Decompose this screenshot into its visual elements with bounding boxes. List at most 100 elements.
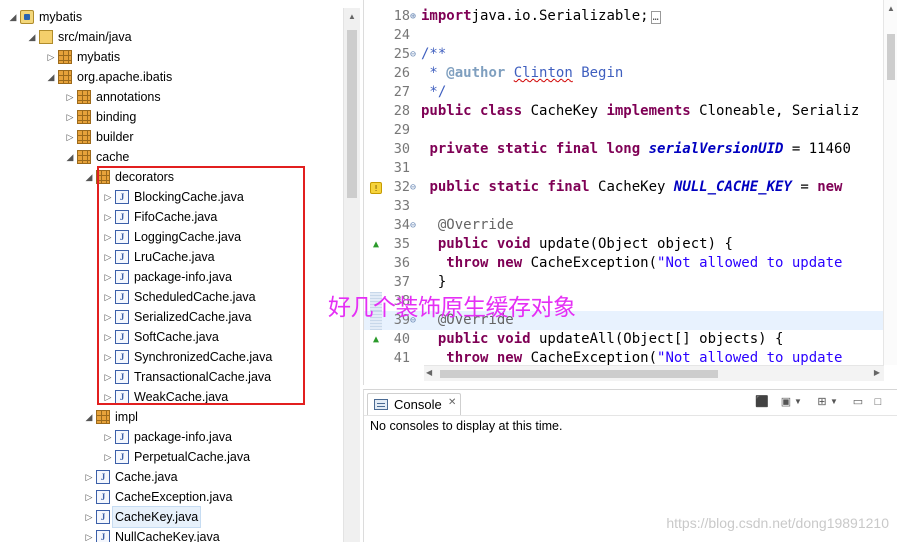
code-line[interactable]: 31	[364, 159, 884, 178]
java-editor[interactable]: 18 ⊕ importjava.io.Serializable;… 24 25 ⊖/** 2…	[363, 0, 897, 385]
expand-arrow-icon[interactable]: ▷	[103, 447, 113, 467]
tree-item[interactable]: ▷ J BlockingCache.java	[0, 187, 340, 207]
collapse-arrow-icon[interactable]: ◢	[46, 67, 56, 87]
code-line[interactable]: 26 * @author Clinton Begin	[364, 64, 884, 83]
expand-arrow-icon[interactable]: ▷	[103, 227, 113, 247]
scroll-up-arrow-icon[interactable]: ▲	[344, 8, 360, 26]
expand-arrow-icon[interactable]: ▷	[103, 187, 113, 207]
scroll-right-arrow-icon[interactable]: ▶	[874, 368, 880, 377]
java-icon: J	[115, 190, 129, 204]
code-line[interactable]: 34 ⊖ @Override	[364, 216, 884, 235]
expand-arrow-icon[interactable]: ▷	[65, 87, 75, 107]
tree-item[interactable]: ▷ J ScheduledCache.java	[0, 287, 340, 307]
tree-item[interactable]: ▷ J NullCacheKey.java	[0, 527, 340, 542]
code-line[interactable]: ▲ 35 public void update(Object object) {	[364, 235, 884, 254]
expand-arrow-icon[interactable]: ▷	[65, 127, 75, 147]
tree-item[interactable]: ▷ annotations	[0, 87, 340, 107]
editor-horizontal-scrollbar[interactable]: ◀ ▶	[424, 365, 884, 381]
expand-arrow-icon[interactable]: ▷	[103, 307, 113, 327]
fold-collapse-icon[interactable]: ⊖	[410, 45, 420, 64]
tree-item[interactable]: ▷ J FifoCache.java	[0, 207, 340, 227]
scroll-up-arrow-icon[interactable]: ▲	[884, 4, 897, 13]
tree-item[interactable]: ▷ J Cache.java	[0, 467, 340, 487]
tab-console[interactable]: Console ✕	[367, 393, 461, 415]
tree-vertical-scrollbar[interactable]: ▲	[343, 8, 360, 542]
override-marker-icon[interactable]: ▲	[370, 334, 382, 346]
package-icon	[58, 70, 72, 84]
override-marker-icon[interactable]: ▲	[370, 239, 382, 251]
expand-arrow-icon[interactable]: ▷	[46, 47, 56, 67]
collapse-arrow-icon[interactable]: ◢	[65, 147, 75, 167]
fold-collapse-icon[interactable]: ⊖	[410, 178, 420, 197]
code-line[interactable]: 27 */	[364, 83, 884, 102]
tree-item[interactable]: ◢ org.apache.ibatis	[0, 67, 340, 87]
tree-item[interactable]: ▷ J PerpetualCache.java	[0, 447, 340, 467]
tree-item[interactable]: ▷ J TransactionalCache.java	[0, 367, 340, 387]
code-line[interactable]: 30 private static final long serialVersi…	[364, 140, 884, 159]
expand-arrow-icon[interactable]: ▷	[103, 387, 113, 407]
tree-item[interactable]: ▷ mybatis	[0, 47, 340, 67]
tree-item[interactable]: ▷ J CacheKey.java	[0, 506, 340, 528]
expand-arrow-icon[interactable]: ▷	[103, 427, 113, 447]
collapse-arrow-icon[interactable]: ◢	[8, 7, 18, 27]
fold-collapse-icon[interactable]: ⊖	[410, 216, 420, 235]
tree-item[interactable]: ▷ J SynchronizedCache.java	[0, 347, 340, 367]
warning-marker-icon[interactable]: !	[370, 182, 382, 194]
fold-expand-icon[interactable]: ⊕	[410, 7, 420, 26]
editor-vscroll-thumb[interactable]	[887, 34, 895, 80]
editor-vertical-scrollbar[interactable]: ▲	[883, 0, 897, 365]
pin-console-icon[interactable]: ⬛	[755, 395, 769, 409]
tree-item[interactable]: ▷ Jpackage-info.java	[0, 267, 340, 287]
tree-item[interactable]: ◢ impl	[0, 407, 340, 427]
code-line[interactable]: 25 ⊖/**	[364, 45, 884, 64]
code-text: public void updateAll(Object[] objects) …	[437, 331, 784, 347]
tree-item[interactable]: ▷ J SoftCache.java	[0, 327, 340, 347]
tree-item[interactable]: ▷ Jpackage-info.java	[0, 427, 340, 447]
tree-item[interactable]: ◢ decorators	[0, 167, 340, 187]
code-line[interactable]: 33	[364, 197, 884, 216]
tree-scroll-thumb[interactable]	[347, 30, 357, 198]
collapse-arrow-icon[interactable]: ◢	[27, 27, 37, 47]
editor-hscroll-thumb[interactable]	[440, 370, 718, 378]
expand-arrow-icon[interactable]: ▷	[103, 287, 113, 307]
tree-item[interactable]: ▷ J WeakCache.java	[0, 387, 340, 407]
collapse-arrow-icon[interactable]: ◢	[84, 167, 94, 187]
tree-item[interactable]: ▷ J LoggingCache.java	[0, 227, 340, 247]
tree-item[interactable]: ▷ builder	[0, 127, 340, 147]
code-line[interactable]: 36 throw new CacheException("Not allowed…	[364, 254, 884, 273]
expand-arrow-icon[interactable]: ▷	[84, 507, 94, 527]
tree-item[interactable]: ◢ cache	[0, 147, 340, 167]
expand-arrow-icon[interactable]: ▷	[84, 467, 94, 487]
close-icon[interactable]: ✕	[448, 397, 456, 408]
tree-item[interactable]: ▷ J SerializedCache.java	[0, 307, 340, 327]
scroll-left-arrow-icon[interactable]: ◀	[426, 368, 432, 377]
maximize-icon[interactable]: □	[871, 395, 885, 409]
line-number: 24	[393, 27, 410, 43]
expand-arrow-icon[interactable]: ▷	[103, 267, 113, 287]
minimize-icon[interactable]: ▭	[851, 395, 865, 409]
expand-arrow-icon[interactable]: ▷	[65, 107, 75, 127]
code-line[interactable]: 18 ⊕ importjava.io.Serializable;…	[364, 7, 884, 26]
code-line[interactable]: 29	[364, 121, 884, 140]
expand-arrow-icon[interactable]: ▷	[103, 207, 113, 227]
code-line[interactable]: ▲ 40 public void updateAll(Object[] objec…	[364, 330, 884, 349]
code-line[interactable]: 28 public class CacheKey implements Clone…	[364, 102, 884, 121]
chevron-down-icon[interactable]: ▼	[827, 395, 841, 409]
collapse-arrow-icon[interactable]: ◢	[84, 407, 94, 427]
code-line[interactable]: ! 32 ⊖ public static final CacheKey NULL_C…	[364, 178, 884, 197]
tree-item[interactable]: ▷ binding	[0, 107, 340, 127]
tree-item[interactable]: ◢ src/main/java	[0, 27, 340, 47]
expand-arrow-icon[interactable]: ▷	[103, 327, 113, 347]
expand-arrow-icon[interactable]: ▷	[84, 487, 94, 507]
tree-item[interactable]: ▷ J CacheException.java	[0, 487, 340, 507]
package-icon	[77, 130, 91, 144]
expand-arrow-icon[interactable]: ▷	[84, 527, 94, 542]
expand-arrow-icon[interactable]: ▷	[103, 367, 113, 387]
code-line[interactable]: 24	[364, 26, 884, 45]
expand-arrow-icon[interactable]: ▷	[103, 347, 113, 367]
chevron-down-icon[interactable]: ▼	[791, 395, 805, 409]
tree-item[interactable]: ▷ J LruCache.java	[0, 247, 340, 267]
tree-item[interactable]: ◢ mybatis	[0, 7, 340, 27]
java-icon: J	[115, 370, 129, 384]
expand-arrow-icon[interactable]: ▷	[103, 247, 113, 267]
